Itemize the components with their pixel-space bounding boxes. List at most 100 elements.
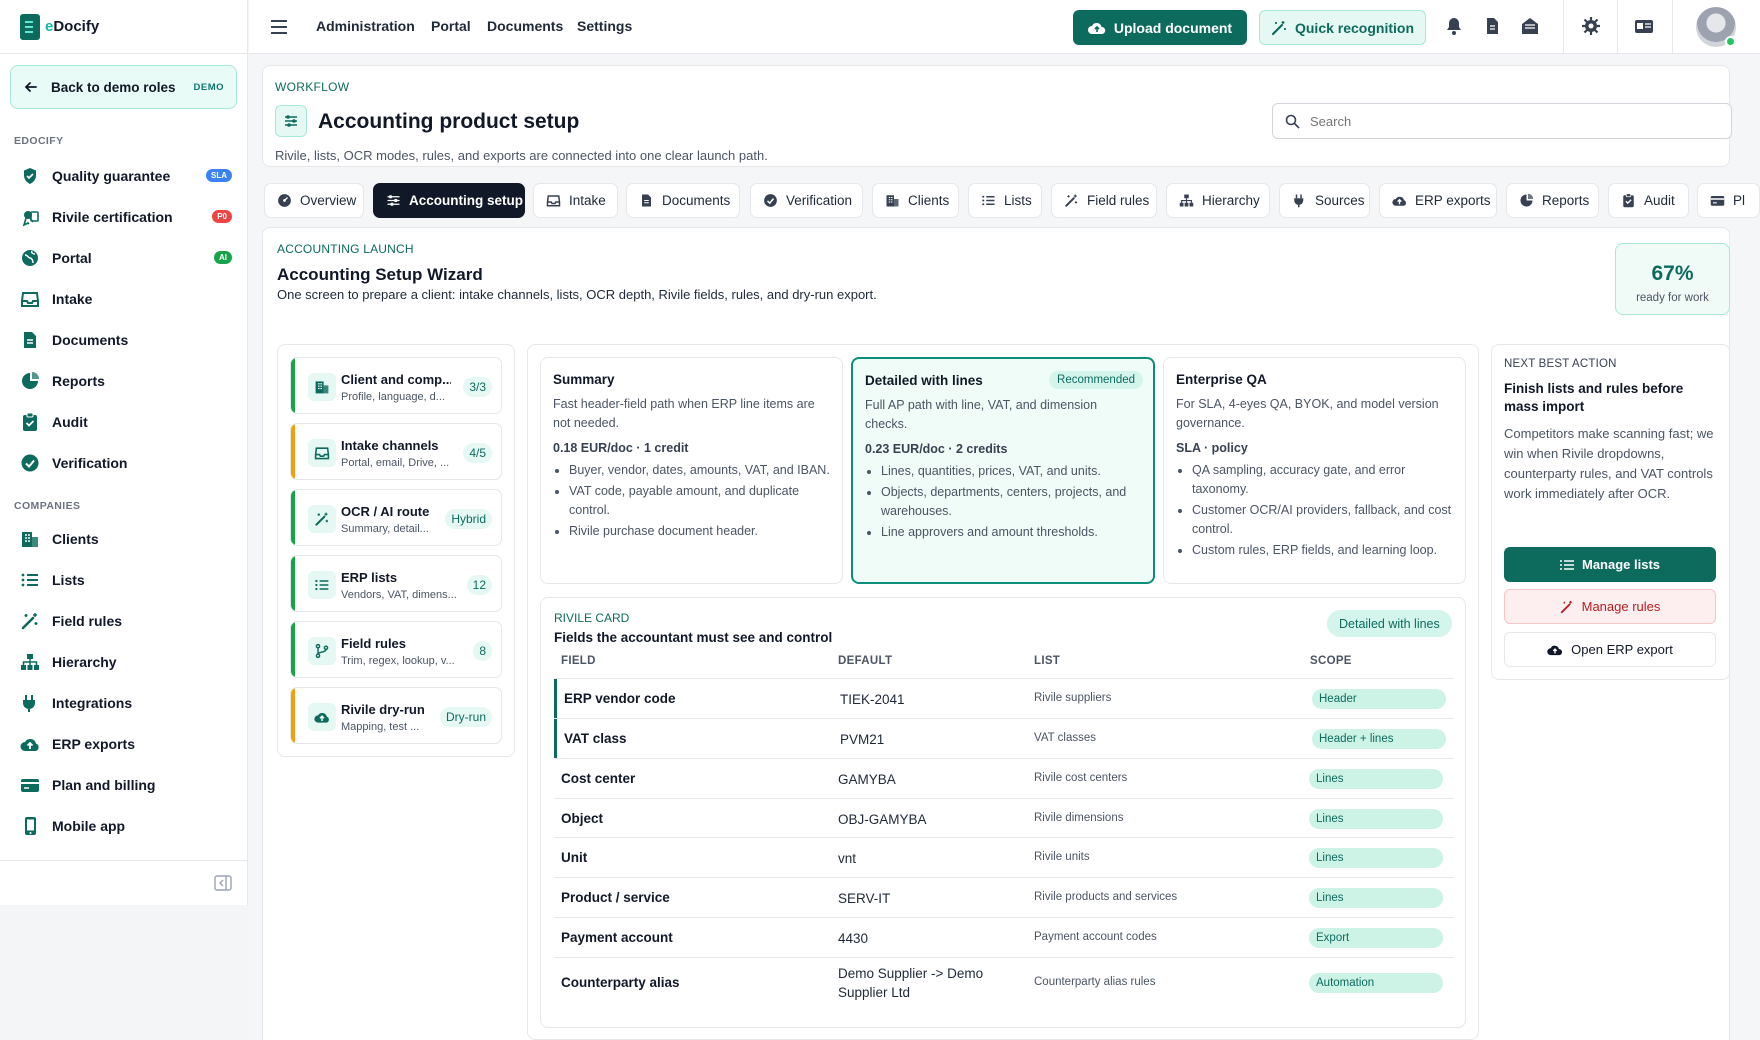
tab-audit[interactable]: Audit [1608,183,1689,218]
table-row[interactable]: Payment account 4430 Payment account codes… [554,917,1454,957]
step-status-bar [291,688,295,743]
tab-clients[interactable]: Clients [872,183,959,218]
search-input[interactable] [1310,113,1690,129]
certificate-icon [20,207,40,227]
id-card-icon[interactable] [1634,16,1654,36]
sidebar-item-verification[interactable]: Verification [20,442,232,483]
topnav-documents[interactable]: Documents [487,18,563,34]
sidebar-item-reports[interactable]: Reports [20,360,232,401]
magic-wand-icon [1271,20,1286,35]
section-label-edocify: EDOCIFY [14,135,64,147]
plan-card-enterprise-qa[interactable]: Enterprise QA For SLA, 4-eyes QA, BYOK, a… [1163,357,1466,584]
document-icon [24,331,36,348]
inbox-icon [308,439,336,467]
building-icon [885,193,900,208]
sidebar-item-rivile-certification[interactable]: Rivile certification P0 [20,196,232,237]
magic-wand-icon [1560,600,1572,613]
open-erp-export-button[interactable]: Open ERP export [1504,632,1716,667]
branch-icon [308,637,336,665]
sidebar-item-quality-guarantee[interactable]: Quality guarantee SLA [20,155,232,196]
hierarchy-icon [1179,194,1194,207]
brand-logo[interactable]: eDocify [0,0,247,54]
upload-document-button[interactable]: Upload document [1073,10,1247,45]
sidebar-item-field-rules[interactable]: Field rules [20,600,232,641]
plan-feature: Buyer, vendor, dates, amounts, VAT, and … [569,461,830,480]
gear-icon[interactable] [1581,16,1601,36]
collapse-sidebar-icon[interactable] [214,875,232,891]
launch-eyebrow: ACCOUNTING LAUNCH [277,242,414,256]
back-to-demo-roles-button[interactable]: Back to demo roles DEMO [10,65,237,109]
topnav-settings[interactable]: Settings [577,18,632,34]
column-header-list: LIST [1034,655,1061,667]
sidebar-item-documents[interactable]: Documents [20,319,232,360]
pie-chart-icon [1519,193,1534,208]
tab-verification[interactable]: Verification [750,183,863,218]
mail-open-icon[interactable] [1520,16,1540,36]
manage-lists-button[interactable]: Manage lists [1504,547,1716,582]
table-row[interactable]: Object OBJ-GAMYBA Rivile dimensions Lines [554,798,1454,837]
building-icon [22,531,38,547]
table-row[interactable]: ERP vendor code TIEK-2041 Rivile suppliers… [554,678,1454,719]
tab-label: Sources [1315,193,1365,208]
field-name: VAT class [564,731,627,746]
bell-icon[interactable] [1444,16,1464,36]
tab-erp-exports[interactable]: ERP exports [1379,183,1497,218]
page-title: Accounting product setup [318,110,580,133]
scope-badge: Lines [1309,848,1443,868]
field-name: Unit [561,850,588,865]
step-subtitle: Summary, detail... [341,523,429,535]
table-row[interactable]: Unit vnt Rivile units Lines [554,837,1454,877]
plan-feature: Lines, quantities, prices, VAT, and unit… [881,462,1141,481]
sidebar-item-erp-exports[interactable]: ERP exports [20,723,232,764]
tab-reports[interactable]: Reports [1506,183,1599,218]
field-list: Counterparty alias rules [1034,976,1156,988]
tab-pl[interactable]: Pl [1697,183,1760,218]
sidebar-item-portal[interactable]: Portal AI [20,237,232,278]
sidebar-item-integrations[interactable]: Integrations [20,682,232,723]
wizard-step-intake-channels[interactable]: Intake channels Portal, email, Drive, ...… [290,423,502,480]
table-row[interactable]: Product / service SERV-IT Rivile products … [554,877,1454,917]
tab-hierarchy[interactable]: Hierarchy [1166,183,1270,218]
table-row[interactable]: Counterparty alias Demo Supplier -> Demo … [554,957,1454,1007]
plan-card-detailed-with-lines[interactable]: Detailed with lines Recommended Full AP pa… [851,357,1155,584]
sidebar-item-lists[interactable]: Lists [20,559,232,600]
sidebar-item-intake[interactable]: Intake [20,278,232,319]
manage-rules-label: Manage rules [1581,599,1661,614]
list-icon [1559,559,1574,570]
field-list: Payment account codes [1034,931,1157,943]
tab-intake[interactable]: Intake [533,183,618,218]
table-row[interactable]: Cost center GAMYBA Rivile cost centers Line… [554,758,1454,798]
plan-card-summary[interactable]: Summary Fast header-field path when ERP l… [540,357,843,584]
quick-recognition-button[interactable]: Quick recognition [1259,10,1426,45]
wizard-step-ocr-ai-route[interactable]: OCR / AI route Summary, detail... Hybrid [290,489,502,546]
manage-rules-button[interactable]: Manage rules [1504,589,1716,624]
column-header-default: DEFAULT [838,655,893,667]
wizard-step-erp-lists[interactable]: ERP lists Vendors, VAT, dimens... 12 [290,555,502,612]
sidebar-item-audit[interactable]: Audit [20,401,232,442]
sidebar-item-clients[interactable]: Clients [20,518,232,559]
tab-field-rules[interactable]: Field rules [1051,183,1157,218]
user-avatar[interactable] [1696,7,1736,47]
tab-overview[interactable]: Overview [264,183,364,218]
search-box [1272,103,1732,139]
wizard-step-client-and-comp[interactable]: Client and comp... Profile, language, d..… [290,357,502,414]
inbox-icon [546,193,561,208]
hamburger-menu-icon[interactable] [270,19,288,35]
topnav-portal[interactable]: Portal [431,18,471,34]
step-subtitle: Profile, language, d... [341,391,445,403]
sidebar-item-plan-and-billing[interactable]: Plan and billing [20,764,232,805]
wizard-step-rivile-dry-run[interactable]: Rivile dry-run Mapping, test ... Dry-run [290,687,502,744]
magic-wand-icon [20,611,40,631]
wizard-step-field-rules[interactable]: Field rules Trim, regex, lookup, v... 8 [290,621,502,678]
topbar-divider [1617,0,1618,54]
table-row[interactable]: VAT class PVM21 VAT classes Header + lines [554,718,1454,759]
tab-accounting-setup[interactable]: Accounting setup [373,183,525,218]
sidebar-item-mobile-app[interactable]: Mobile app [20,805,232,846]
tab-lists[interactable]: Lists [968,183,1042,218]
document-icon[interactable] [1482,16,1502,36]
tab-sources[interactable]: Sources [1279,183,1370,218]
sidebar-item-hierarchy[interactable]: Hierarchy [20,641,232,682]
tab-documents[interactable]: Documents [626,183,740,218]
topnav-administration[interactable]: Administration [316,18,415,34]
launch-title: Accounting Setup Wizard [277,265,483,284]
